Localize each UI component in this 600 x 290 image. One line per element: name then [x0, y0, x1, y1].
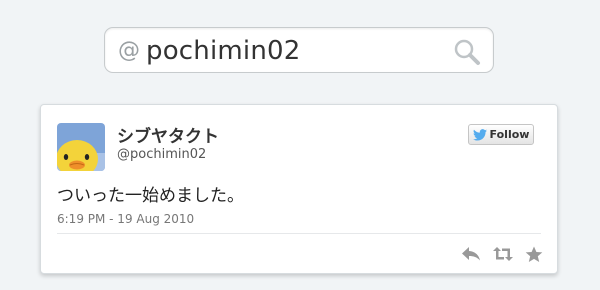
- at-prefix: @: [118, 38, 140, 63]
- search-query[interactable]: pochimin02: [146, 36, 301, 66]
- divider: [57, 233, 541, 234]
- tweet-card: シブヤタクト @pochimin02 Follow ついった一始めました。 6:…: [40, 104, 558, 274]
- reply-icon[interactable]: [461, 246, 481, 262]
- twitter-bird-icon: [472, 128, 487, 141]
- follow-label: Follow: [489, 128, 530, 141]
- tweet-text: ついった一始めました。: [57, 186, 244, 206]
- user-handle[interactable]: @pochimin02: [117, 147, 206, 162]
- retweet-icon[interactable]: [492, 246, 514, 262]
- avatar[interactable]: [57, 123, 105, 171]
- favorite-icon[interactable]: [525, 246, 543, 263]
- tweet-timestamp[interactable]: 6:19 PM - 19 Aug 2010: [57, 212, 194, 226]
- search-box[interactable]: @ pochimin02: [104, 27, 494, 73]
- display-name[interactable]: シブヤタクト: [117, 122, 219, 147]
- follow-button[interactable]: Follow: [468, 124, 534, 145]
- search-icon[interactable]: [453, 38, 481, 70]
- tweet-actions: [461, 246, 543, 263]
